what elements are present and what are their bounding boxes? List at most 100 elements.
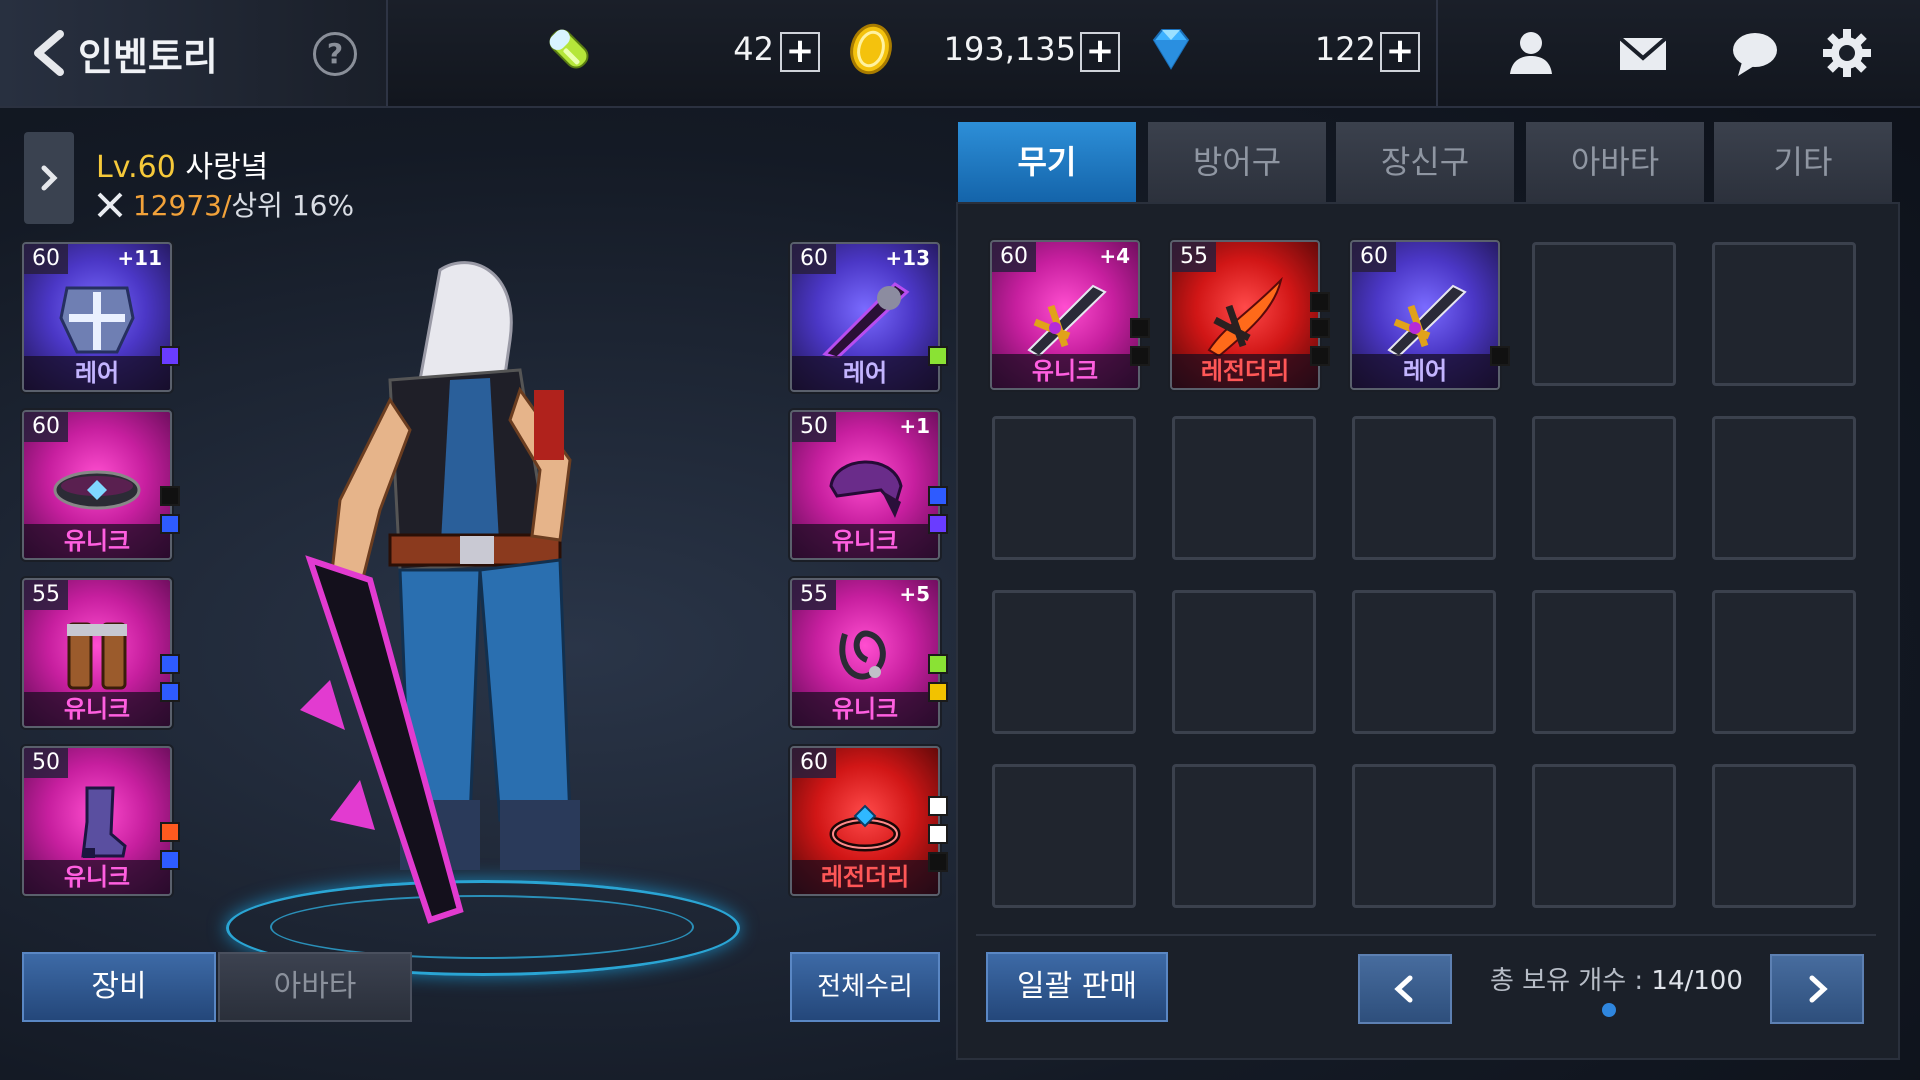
item-grade: 레어 <box>1352 354 1498 388</box>
equip-slot-weapon[interactable]: 60 +13 레어 <box>790 242 940 392</box>
top-divider <box>1436 0 1438 106</box>
gem-socket <box>160 822 180 842</box>
item-enhance: +5 <box>899 582 930 606</box>
page-indicator-dot <box>1602 1003 1616 1017</box>
repair-all-button[interactable]: 전체수리 <box>790 952 940 1022</box>
gem-socket <box>928 346 948 366</box>
gold-count: 193,135 <box>943 30 1076 68</box>
tab-weapon[interactable]: 무기 <box>958 122 1136 202</box>
combat-power-value: 12973/ <box>132 189 232 222</box>
item-level: 55 <box>1172 242 1216 272</box>
empty-slot[interactable] <box>1532 764 1676 908</box>
sword-icon <box>1027 284 1107 356</box>
empty-slot[interactable] <box>1172 590 1316 734</box>
ring-icon <box>829 804 901 852</box>
next-page-button[interactable] <box>1770 954 1864 1024</box>
equip-slot-chest[interactable]: 60 +11 레어 <box>22 242 172 392</box>
buy-energy-button[interactable]: + <box>780 32 820 72</box>
inventory-item[interactable]: 55 레전더리 <box>1170 240 1320 390</box>
empty-slot[interactable] <box>992 764 1136 908</box>
empty-slot[interactable] <box>1172 764 1316 908</box>
gem-socket <box>160 346 180 366</box>
item-grade: 레전더리 <box>792 860 938 894</box>
empty-slot[interactable] <box>1532 590 1676 734</box>
item-grade: 유니크 <box>792 524 938 558</box>
item-grade: 레어 <box>24 356 170 390</box>
empty-slot[interactable] <box>1172 416 1316 560</box>
tab-avatar[interactable]: 아바타 <box>1526 122 1704 202</box>
chevron-left-icon <box>1394 975 1413 1003</box>
mail-icon[interactable] <box>1616 26 1670 80</box>
empty-slot[interactable] <box>1352 764 1496 908</box>
helmet-icon <box>829 460 903 518</box>
gem-socket <box>1310 346 1330 366</box>
item-enhance: +13 <box>885 246 930 270</box>
item-level: 50 <box>792 412 836 442</box>
top-bar: 인벤토리 ? 42 + 193,135 + 122 + <box>0 0 1920 108</box>
empty-slot[interactable] <box>1712 590 1856 734</box>
gem-socket <box>160 654 180 674</box>
item-level: 55 <box>792 580 836 610</box>
buy-diamond-button[interactable]: + <box>1380 32 1420 72</box>
item-enhance: +4 <box>1099 244 1130 268</box>
character-level: Lv.60 <box>96 150 176 185</box>
empty-slot[interactable] <box>1712 764 1856 908</box>
equip-slot-helmet[interactable]: 50 +1 유니크 <box>790 410 940 560</box>
prev-page-button[interactable] <box>1358 954 1452 1024</box>
item-level: 60 <box>792 244 836 274</box>
back-arrow-icon[interactable] <box>30 30 70 76</box>
buy-gold-button[interactable]: + <box>1080 32 1120 72</box>
gem-socket <box>928 796 948 816</box>
inventory-divider <box>976 934 1876 936</box>
friend-icon[interactable] <box>1504 26 1558 80</box>
equip-slot-belt[interactable]: 60 유니크 <box>22 410 172 560</box>
empty-slot[interactable] <box>1352 590 1496 734</box>
avatar-tab-button[interactable]: 아바타 <box>218 952 412 1022</box>
gem-socket <box>160 514 180 534</box>
diamond-gem-icon <box>1152 29 1190 70</box>
equip-slot-legs[interactable]: 55 유니크 <box>22 578 172 728</box>
chat-icon[interactable] <box>1728 26 1782 80</box>
greatsword-icon <box>822 282 910 358</box>
tab-etc[interactable]: 기타 <box>1714 122 1892 202</box>
item-level: 60 <box>24 412 68 442</box>
empty-slot[interactable] <box>1712 242 1856 386</box>
sword-icon <box>1387 284 1467 356</box>
empty-slot[interactable] <box>1532 242 1676 386</box>
gem-socket <box>1490 346 1510 366</box>
necklace-icon <box>839 630 886 680</box>
gem-socket <box>928 852 948 872</box>
tab-armor[interactable]: 방어구 <box>1148 122 1326 202</box>
character-model <box>300 261 580 924</box>
chest-armor-icon <box>59 286 135 354</box>
bulk-sell-button[interactable]: 일괄 판매 <box>986 952 1168 1022</box>
empty-slot[interactable] <box>1532 416 1676 560</box>
item-grade: 유니크 <box>992 354 1138 388</box>
empty-slot[interactable] <box>992 416 1136 560</box>
character-panel-toggle[interactable] <box>24 132 74 224</box>
inventory-item[interactable]: 60 레어 <box>1350 240 1500 390</box>
empty-slot[interactable] <box>1352 416 1496 560</box>
gem-socket <box>1310 292 1330 312</box>
tab-accessory[interactable]: 장신구 <box>1336 122 1514 202</box>
settings-gear-icon[interactable] <box>1820 26 1874 80</box>
character-level-name: Lv.60 사랑녘 <box>96 142 268 186</box>
energy-capsule-icon <box>549 29 589 69</box>
item-enhance: +11 <box>117 246 162 270</box>
gem-socket <box>160 486 180 506</box>
inventory-item[interactable]: 60 +4 유니크 <box>990 240 1140 390</box>
empty-slot[interactable] <box>992 590 1136 734</box>
help-icon[interactable]: ? <box>313 32 357 76</box>
equip-slot-ring[interactable]: 60 레전더리 <box>790 746 940 896</box>
belt-icon <box>53 470 141 510</box>
equip-slot-boots[interactable]: 50 유니크 <box>22 746 172 896</box>
gold-coin-icon <box>850 23 892 75</box>
equipment-tab-button[interactable]: 장비 <box>22 952 216 1022</box>
diamond-count: 122 <box>1314 30 1376 68</box>
chevron-right-icon <box>41 165 58 191</box>
equip-slot-necklace[interactable]: 55 +5 유니크 <box>790 578 940 728</box>
item-count: 총 보유 개수 : 14/100 <box>1490 960 1743 997</box>
crossed-swords-icon <box>97 192 123 218</box>
empty-slot[interactable] <box>1712 416 1856 560</box>
gem-socket <box>1310 318 1330 338</box>
